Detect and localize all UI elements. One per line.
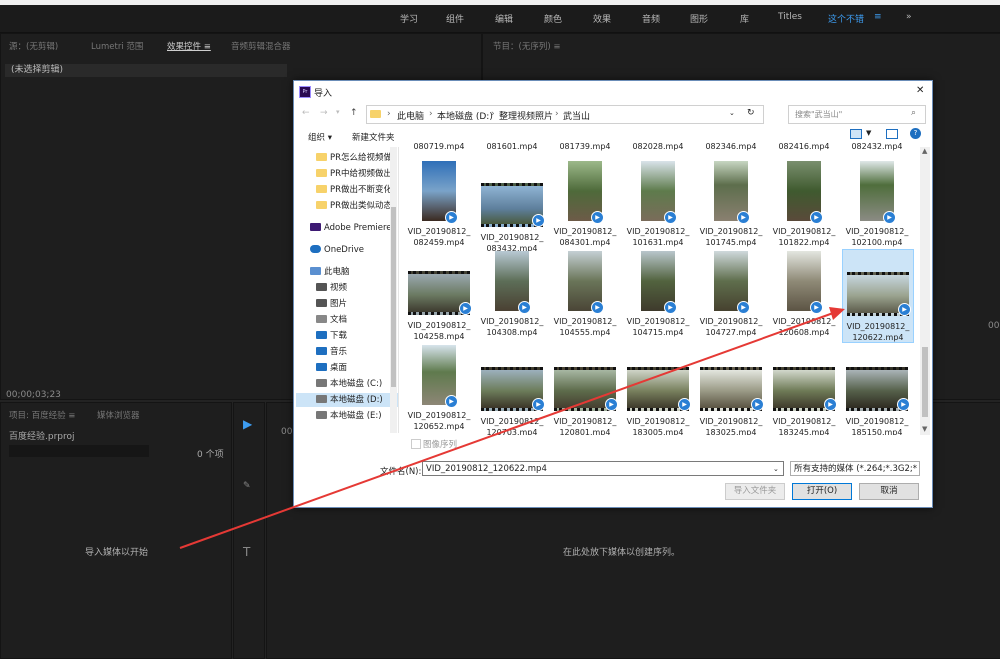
annotation-arrow [179,307,845,549]
arrow-line [179,311,837,549]
arrow-head [829,307,845,320]
